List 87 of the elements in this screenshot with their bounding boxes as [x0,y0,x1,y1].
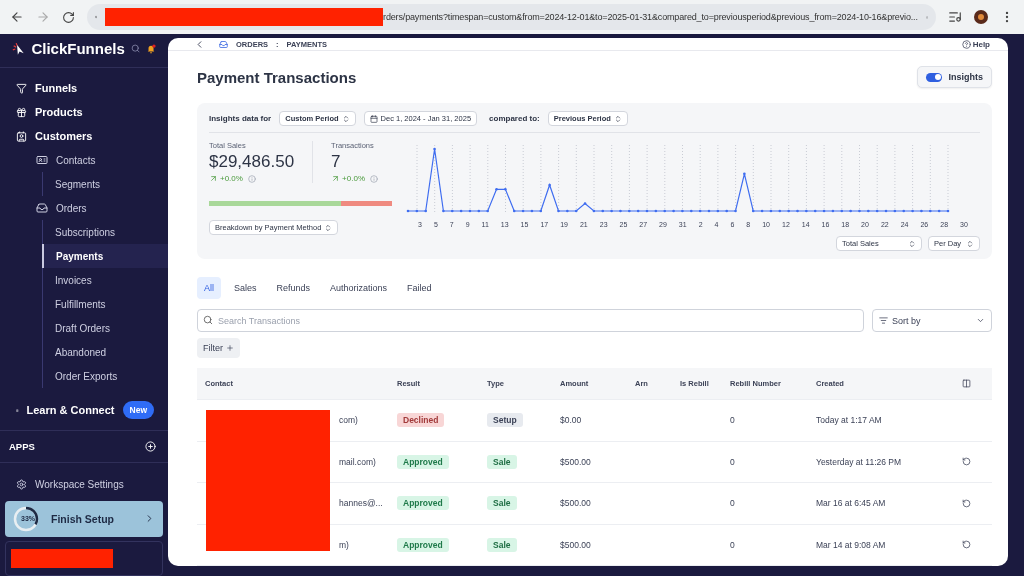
metric-value: $29,486.50 [209,152,295,172]
filter-button[interactable]: Filter [197,338,240,358]
table-cell-text: $500.00 [560,498,592,509]
table-cell-text: Mar 14 at 9:08 AM [816,539,887,550]
search-field[interactable]: Search Transactions [197,309,864,332]
result-badge: Approved [397,537,449,552]
arrow-up-right-icon [209,174,218,183]
reload-icon[interactable] [62,10,75,24]
inbox-icon [36,202,48,214]
sidebar-item[interactable]: Funnels [0,76,168,100]
brand-name: ClickFunnels [31,40,125,57]
bell-icon[interactable] [145,42,156,55]
sort-lines-icon [879,316,888,325]
up-down-icon [341,114,350,123]
table-cell-text: Yesterday at 11:26 PM [816,456,903,467]
calendar-icon [369,114,378,123]
insights-toggle[interactable]: Insights [917,66,992,88]
add-icon[interactable] [145,441,156,452]
refund-icon[interactable] [962,540,971,550]
up-down-icon [324,223,333,232]
table-cell-text: $0.00 [560,415,583,426]
search-icon[interactable] [130,43,140,54]
metric-change: +0.0% [342,174,365,183]
filter-tab[interactable]: All [197,277,221,299]
new-badge: New [122,401,154,419]
help-link[interactable]: Help [972,39,990,49]
up-down-icon [966,239,974,248]
result-badge: Declined [397,413,445,428]
logo-icon [12,41,26,56]
metric-value: 7 [331,152,342,172]
up-down-icon [908,239,916,248]
result-badge: Approved [397,454,449,469]
media-icon[interactable] [948,10,962,24]
avatar-icon[interactable] [974,10,988,24]
sidebar-item[interactable]: Payments [42,244,168,268]
up-down-icon [613,114,622,123]
inbox-icon [219,39,228,49]
contact-card-icon [16,130,27,142]
sidebar-item[interactable]: Orders [0,196,168,220]
sidebar-item[interactable]: Workspace Settings [0,473,168,496]
filter-tab[interactable]: Sales [227,277,264,299]
sidebar-item[interactable]: Learn & Connect New [0,398,168,422]
table-cell-text: com) [338,415,359,426]
sidebar-item[interactable]: Products [0,100,168,124]
page-title: Payment Transactions [197,68,357,86]
plus-icon [226,344,234,352]
result-badge: Approved [397,496,449,511]
id-card-icon [36,154,48,166]
account-switcher[interactable] [5,540,163,576]
type-badge: Setup [487,413,523,428]
refund-icon[interactable] [962,457,971,467]
type-badge: Sale [487,496,517,511]
filter-tab[interactable]: Failed [400,277,439,299]
compared-label: compared to: [489,114,540,123]
table-cell-text: $500.00 [560,539,592,550]
chevron-down-icon [976,316,985,325]
type-badge: Sale [487,537,517,552]
insights-label: Insights data for [209,114,272,123]
progress-ring [13,505,39,532]
table-cell-text: Mar 16 at 6:45 AM [816,498,887,509]
setup-label: Finish Setup [51,512,115,525]
sidebar-item[interactable]: Customers [0,124,168,148]
help-icon [961,39,971,49]
table-cell-text: 0 [730,539,736,550]
sidebar-item[interactable]: Contacts [0,148,168,172]
table-cell-text: 0 [730,456,736,467]
type-badge: Sale [487,454,517,469]
metric-change: +0.0% [220,174,243,183]
columns-icon[interactable] [962,379,971,388]
gift-icon [16,106,27,118]
arrow-up-right-icon [331,174,341,183]
apps-heading: APPS [9,441,35,452]
filter-tab[interactable]: Refunds [269,277,318,299]
search-icon [203,315,213,325]
table-cell-text: $500.00 [560,456,592,467]
funnel-icon [16,82,27,94]
table-cell-text: m) [338,539,350,550]
filter-tab[interactable]: Authorizations [323,277,395,299]
settings-icon [16,478,27,490]
sort-select[interactable]: Sort by [872,309,992,332]
refund-icon[interactable] [962,498,971,508]
table-cell-text: 0 [730,498,736,509]
back-icon[interactable] [10,10,24,24]
table-cell-text: mail.com) [338,456,377,467]
table-cell-text: Today at 1:17 AM [816,415,883,426]
table-cell-text: hannes@... [338,498,384,509]
table-cell-text: 0 [730,415,736,426]
